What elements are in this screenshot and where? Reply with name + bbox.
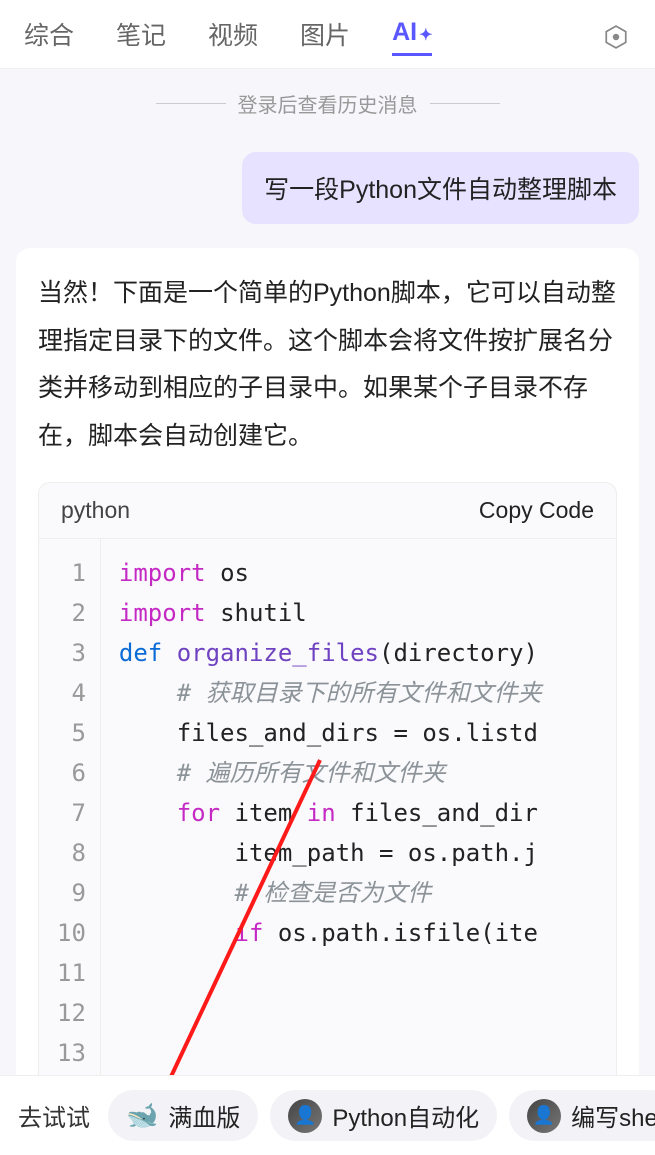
- footer-bar: 去试试 🐋 满血版 👤 Python自动化 👤 编写she: [0, 1075, 655, 1155]
- chip-label: Python自动化: [332, 1098, 479, 1133]
- copy-code-button[interactable]: Copy Code: [479, 497, 594, 524]
- try-label: 去试试: [12, 1098, 96, 1133]
- user-message-bubble: 写一段Python文件自动整理脚本: [242, 152, 639, 224]
- code-block: python Copy Code 12345678910111213 impor…: [38, 482, 617, 1088]
- chip-label: 编写she: [571, 1098, 655, 1133]
- divider-line: [430, 103, 500, 104]
- tab-ai[interactable]: AI✦: [392, 18, 432, 56]
- tab-image[interactable]: 图片: [300, 16, 350, 58]
- avatar-icon: 👤: [527, 1099, 561, 1133]
- whale-icon: 🐋: [126, 1100, 158, 1131]
- code-language-label: python: [61, 497, 130, 524]
- avatar-icon: 👤: [288, 1099, 322, 1133]
- code-lines: import osimport shutildef organize_files…: [101, 539, 616, 1087]
- assistant-text: 当然！下面是一个简单的Python脚本，它可以自动整理指定目录下的文件。这个脚本…: [38, 270, 617, 460]
- login-hint-row[interactable]: 登录后查看历史消息: [0, 69, 655, 138]
- tab-video[interactable]: 视频: [208, 16, 258, 58]
- chip-full-version[interactable]: 🐋 满血版: [108, 1090, 258, 1141]
- code-gutter: 12345678910111213: [39, 539, 101, 1087]
- chip-write-shell[interactable]: 👤 编写she: [509, 1090, 655, 1141]
- tab-comprehensive[interactable]: 综合: [24, 16, 74, 58]
- divider-line: [156, 103, 226, 104]
- top-tabs: 综合 笔记 视频 图片 AI✦: [0, 0, 655, 69]
- chat-area: 写一段Python文件自动整理脚本 当然！下面是一个简单的Python脚本，它可…: [0, 138, 655, 1088]
- chip-python-automation[interactable]: 👤 Python自动化: [270, 1090, 497, 1141]
- settings-hex-icon[interactable]: [601, 22, 631, 52]
- login-hint-text: 登录后查看历史消息: [238, 89, 418, 118]
- chip-label: 满血版: [168, 1098, 240, 1133]
- sparkle-icon: ✦: [419, 27, 432, 44]
- tab-notes[interactable]: 笔记: [116, 16, 166, 58]
- assistant-response-card: 当然！下面是一个简单的Python脚本，它可以自动整理指定目录下的文件。这个脚本…: [16, 248, 639, 1088]
